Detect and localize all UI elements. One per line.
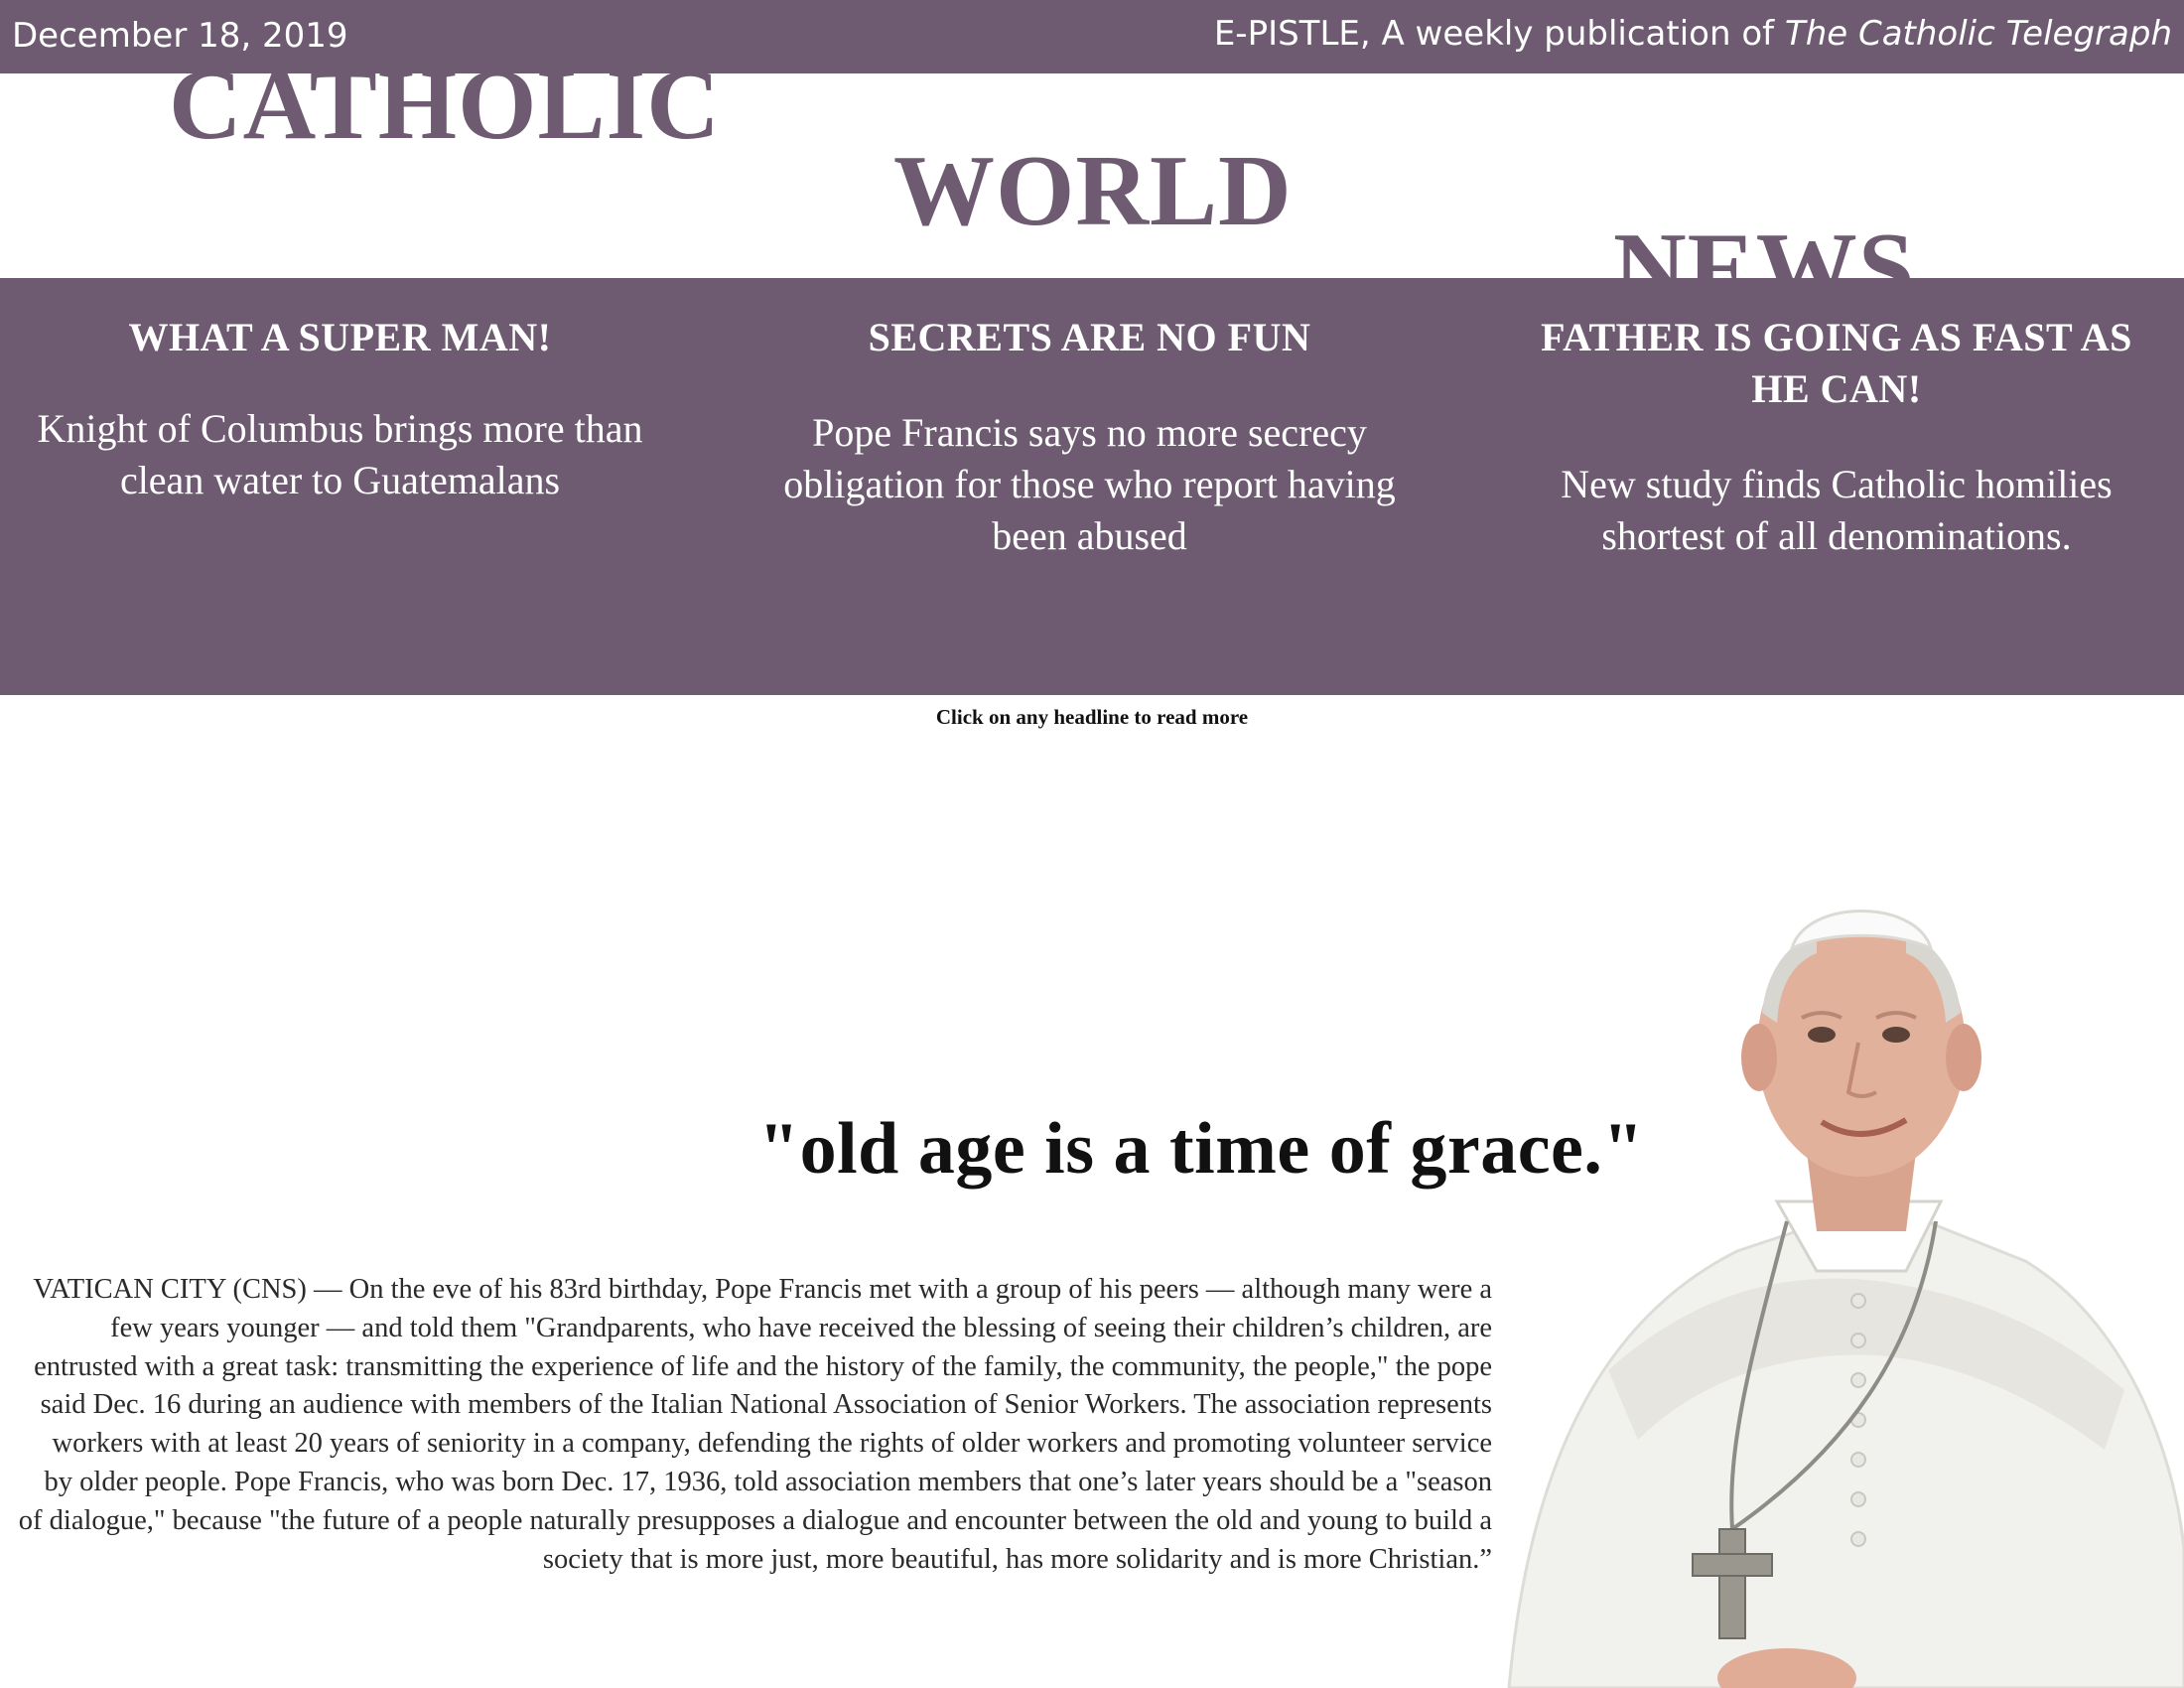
headline-column-2[interactable]: SECRETS ARE NO FUN Pope Francis says no … [754, 312, 1425, 562]
headline-band: WHAT A SUPER MAN! Knight of Columbus bri… [0, 278, 2184, 695]
headline-title-3[interactable]: FATHER IS GOING AS FAST AS HE CAN! [1519, 312, 2154, 415]
publication-line: E-PISTLE, A weekly publication of The Ca… [1214, 14, 2172, 54]
headline-title-2[interactable]: SECRETS ARE NO FUN [754, 312, 1425, 363]
masthead-catholic: CATHOLIC [169, 49, 721, 161]
pope-francis-photo [1507, 910, 2184, 1688]
masthead-world: WORLD [893, 135, 1293, 247]
feature-article-body: VATICAN CITY (CNS) — On the eve of his 8… [18, 1274, 1492, 1575]
publication-name: The Catholic Telegraph [1784, 14, 2172, 54]
headline-title-1[interactable]: WHAT A SUPER MAN! [20, 312, 660, 363]
left-ear [1741, 1024, 1777, 1091]
right-ear [1946, 1024, 1981, 1091]
publication-prefix: E-PISTLE, A weekly publication of [1213, 14, 1785, 54]
headline-summary-1[interactable]: Knight of Columbus brings more than clea… [20, 403, 660, 506]
headline-column-1[interactable]: WHAT A SUPER MAN! Knight of Columbus bri… [20, 312, 660, 506]
headline-column-3[interactable]: FATHER IS GOING AS FAST AS HE CAN! New s… [1519, 312, 2154, 562]
click-instruction: Click on any headline to read more [935, 705, 1249, 729]
headline-summary-3[interactable]: New study finds Catholic homilies shorte… [1519, 459, 2154, 562]
headline-summary-2[interactable]: Pope Francis says no more secrecy obliga… [754, 407, 1425, 562]
